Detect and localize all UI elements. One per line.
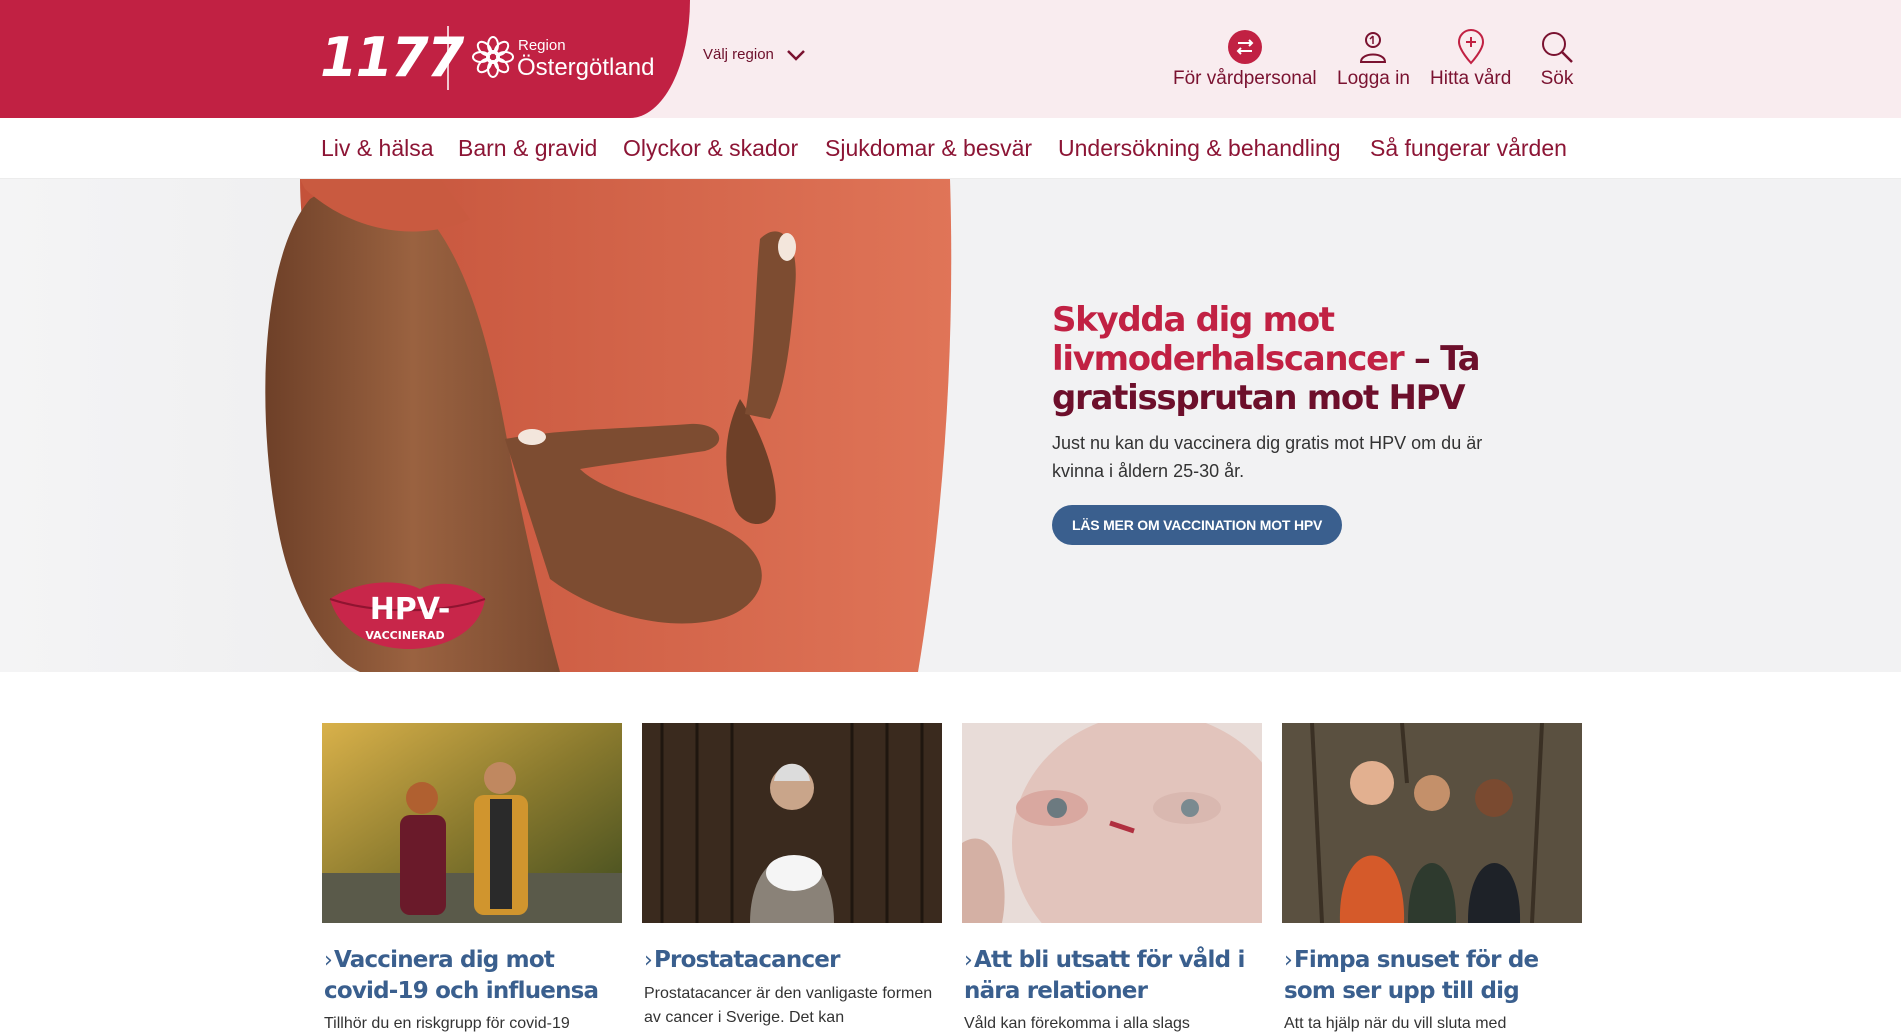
card-text-vald: Våld kan förekomma i alla slags bbox=[964, 1015, 1190, 1032]
card-image-couple bbox=[322, 723, 622, 923]
nav-item-sjukdomar-besvar[interactable]: Sjukdomar & besvär bbox=[825, 134, 1032, 162]
nav-item-liv-halsa[interactable]: Liv & hälsa bbox=[321, 134, 434, 162]
find-care-label: Hitta vård bbox=[1430, 68, 1512, 89]
chevron-right-icon: › bbox=[324, 948, 333, 973]
card-text-prostatacancer: Prostatacancer är den vanligaste formen … bbox=[644, 985, 933, 1026]
for-healthcare-staff-link[interactable]: För vårdpersonal bbox=[1173, 27, 1317, 90]
chevron-right-icon: › bbox=[964, 948, 973, 973]
sticker-text-vaccinerad: VACCINERAD bbox=[365, 629, 444, 642]
search-icon bbox=[1542, 32, 1573, 63]
find-care-link[interactable]: Hitta vård bbox=[1430, 27, 1511, 90]
login-label: Logga in bbox=[1337, 68, 1410, 89]
swap-arrows-icon bbox=[1227, 30, 1262, 64]
card-title-fimpa-snuset[interactable]: ›Fimpa snuset för de som ser upp till di… bbox=[1284, 945, 1582, 1006]
card-image-bruised-face bbox=[962, 723, 1262, 923]
hero-image: HPV- VACCINERAD bbox=[0, 179, 952, 672]
card-fimpa-snuset[interactable]: ›Fimpa snuset för de som ser upp till di… bbox=[1282, 723, 1582, 1036]
card-title-prostatacancer[interactable]: ›Prostatacancer bbox=[644, 945, 942, 976]
logo-divider bbox=[447, 26, 449, 90]
logo-1177[interactable]: 1177 bbox=[320, 26, 464, 90]
brand-block: 1177 Region Östergötland bbox=[0, 0, 690, 118]
chevron-down-icon bbox=[787, 49, 805, 61]
location-pin-plus-icon bbox=[1457, 29, 1484, 65]
card-title-text: Att bli utsatt för våld i nära relatione… bbox=[964, 947, 1245, 1004]
card-vald-nara-relationer[interactable]: ›Att bli utsatt för våld i nära relation… bbox=[962, 723, 1262, 1036]
card-text-vaccination: Tillhör du en riskgrupp för covid-19 bbox=[324, 1015, 570, 1032]
hero-title: Skydda dig mot livmoderhalscancer – Ta g… bbox=[1052, 301, 1492, 418]
card-title-text: Vaccinera dig mot covid-19 och influensa bbox=[324, 947, 599, 1004]
user-icon bbox=[1360, 32, 1387, 63]
nav-item-sa-fungerar-varden[interactable]: Så fungerar vården bbox=[1370, 134, 1567, 162]
region-emblem-icon bbox=[472, 36, 514, 78]
site-header: 1177 Region Östergötland Välj region För… bbox=[0, 0, 1901, 118]
card-prostatacancer[interactable]: ›Prostatacancer Prostatacancer är den va… bbox=[642, 723, 942, 1030]
region-select-label: Välj region bbox=[703, 46, 774, 63]
card-title-text: Fimpa snuset för de som ser upp till dig bbox=[1284, 947, 1539, 1004]
for-healthcare-staff-label: För vårdpersonal bbox=[1173, 68, 1317, 89]
card-vaccination[interactable]: ›Vaccinera dig mot covid-19 och influens… bbox=[322, 723, 622, 1036]
card-image-children bbox=[1282, 723, 1582, 923]
main-navigation: Liv & hälsa Barn & gravid Olyckor & skad… bbox=[0, 118, 1901, 179]
login-link[interactable]: Logga in bbox=[1337, 27, 1410, 90]
hero-title-accent: Skydda dig mot livmoderhalscancer bbox=[1052, 300, 1405, 379]
region-select-button[interactable]: Välj region bbox=[703, 46, 806, 63]
search-button[interactable]: Sök bbox=[1540, 27, 1574, 90]
nav-item-olyckor-skador[interactable]: Olyckor & skador bbox=[623, 134, 798, 162]
chevron-right-icon: › bbox=[1284, 948, 1293, 973]
sticker-text-hpv: HPV- bbox=[370, 592, 451, 627]
chevron-right-icon: › bbox=[644, 948, 653, 973]
hero-lead: Just nu kan du vaccinera dig gratis mot … bbox=[1052, 433, 1483, 481]
nav-item-barn-gravid[interactable]: Barn & gravid bbox=[458, 134, 597, 162]
region-label-small: Region bbox=[518, 37, 566, 54]
card-title-text: Prostatacancer bbox=[654, 947, 840, 973]
card-title-vaccination[interactable]: ›Vaccinera dig mot covid-19 och influens… bbox=[324, 945, 622, 1006]
hero-banner: HPV- VACCINERAD Skydda dig mot livmoderh… bbox=[0, 179, 1901, 672]
card-title-vald[interactable]: ›Att bli utsatt för våld i nära relation… bbox=[964, 945, 1262, 1006]
card-text-fimpa-snuset: Att ta hjälp när du vill sluta med bbox=[1284, 1015, 1507, 1032]
search-label: Sök bbox=[1540, 68, 1574, 89]
card-image-man-with-cat bbox=[642, 723, 942, 923]
hpv-read-more-button[interactable]: LÄS MER OM VACCINATION MOT HPV bbox=[1052, 505, 1343, 545]
nav-item-undersokning-behandling[interactable]: Undersökning & behandling bbox=[1058, 134, 1341, 162]
region-name[interactable]: Östergötland bbox=[517, 54, 654, 82]
